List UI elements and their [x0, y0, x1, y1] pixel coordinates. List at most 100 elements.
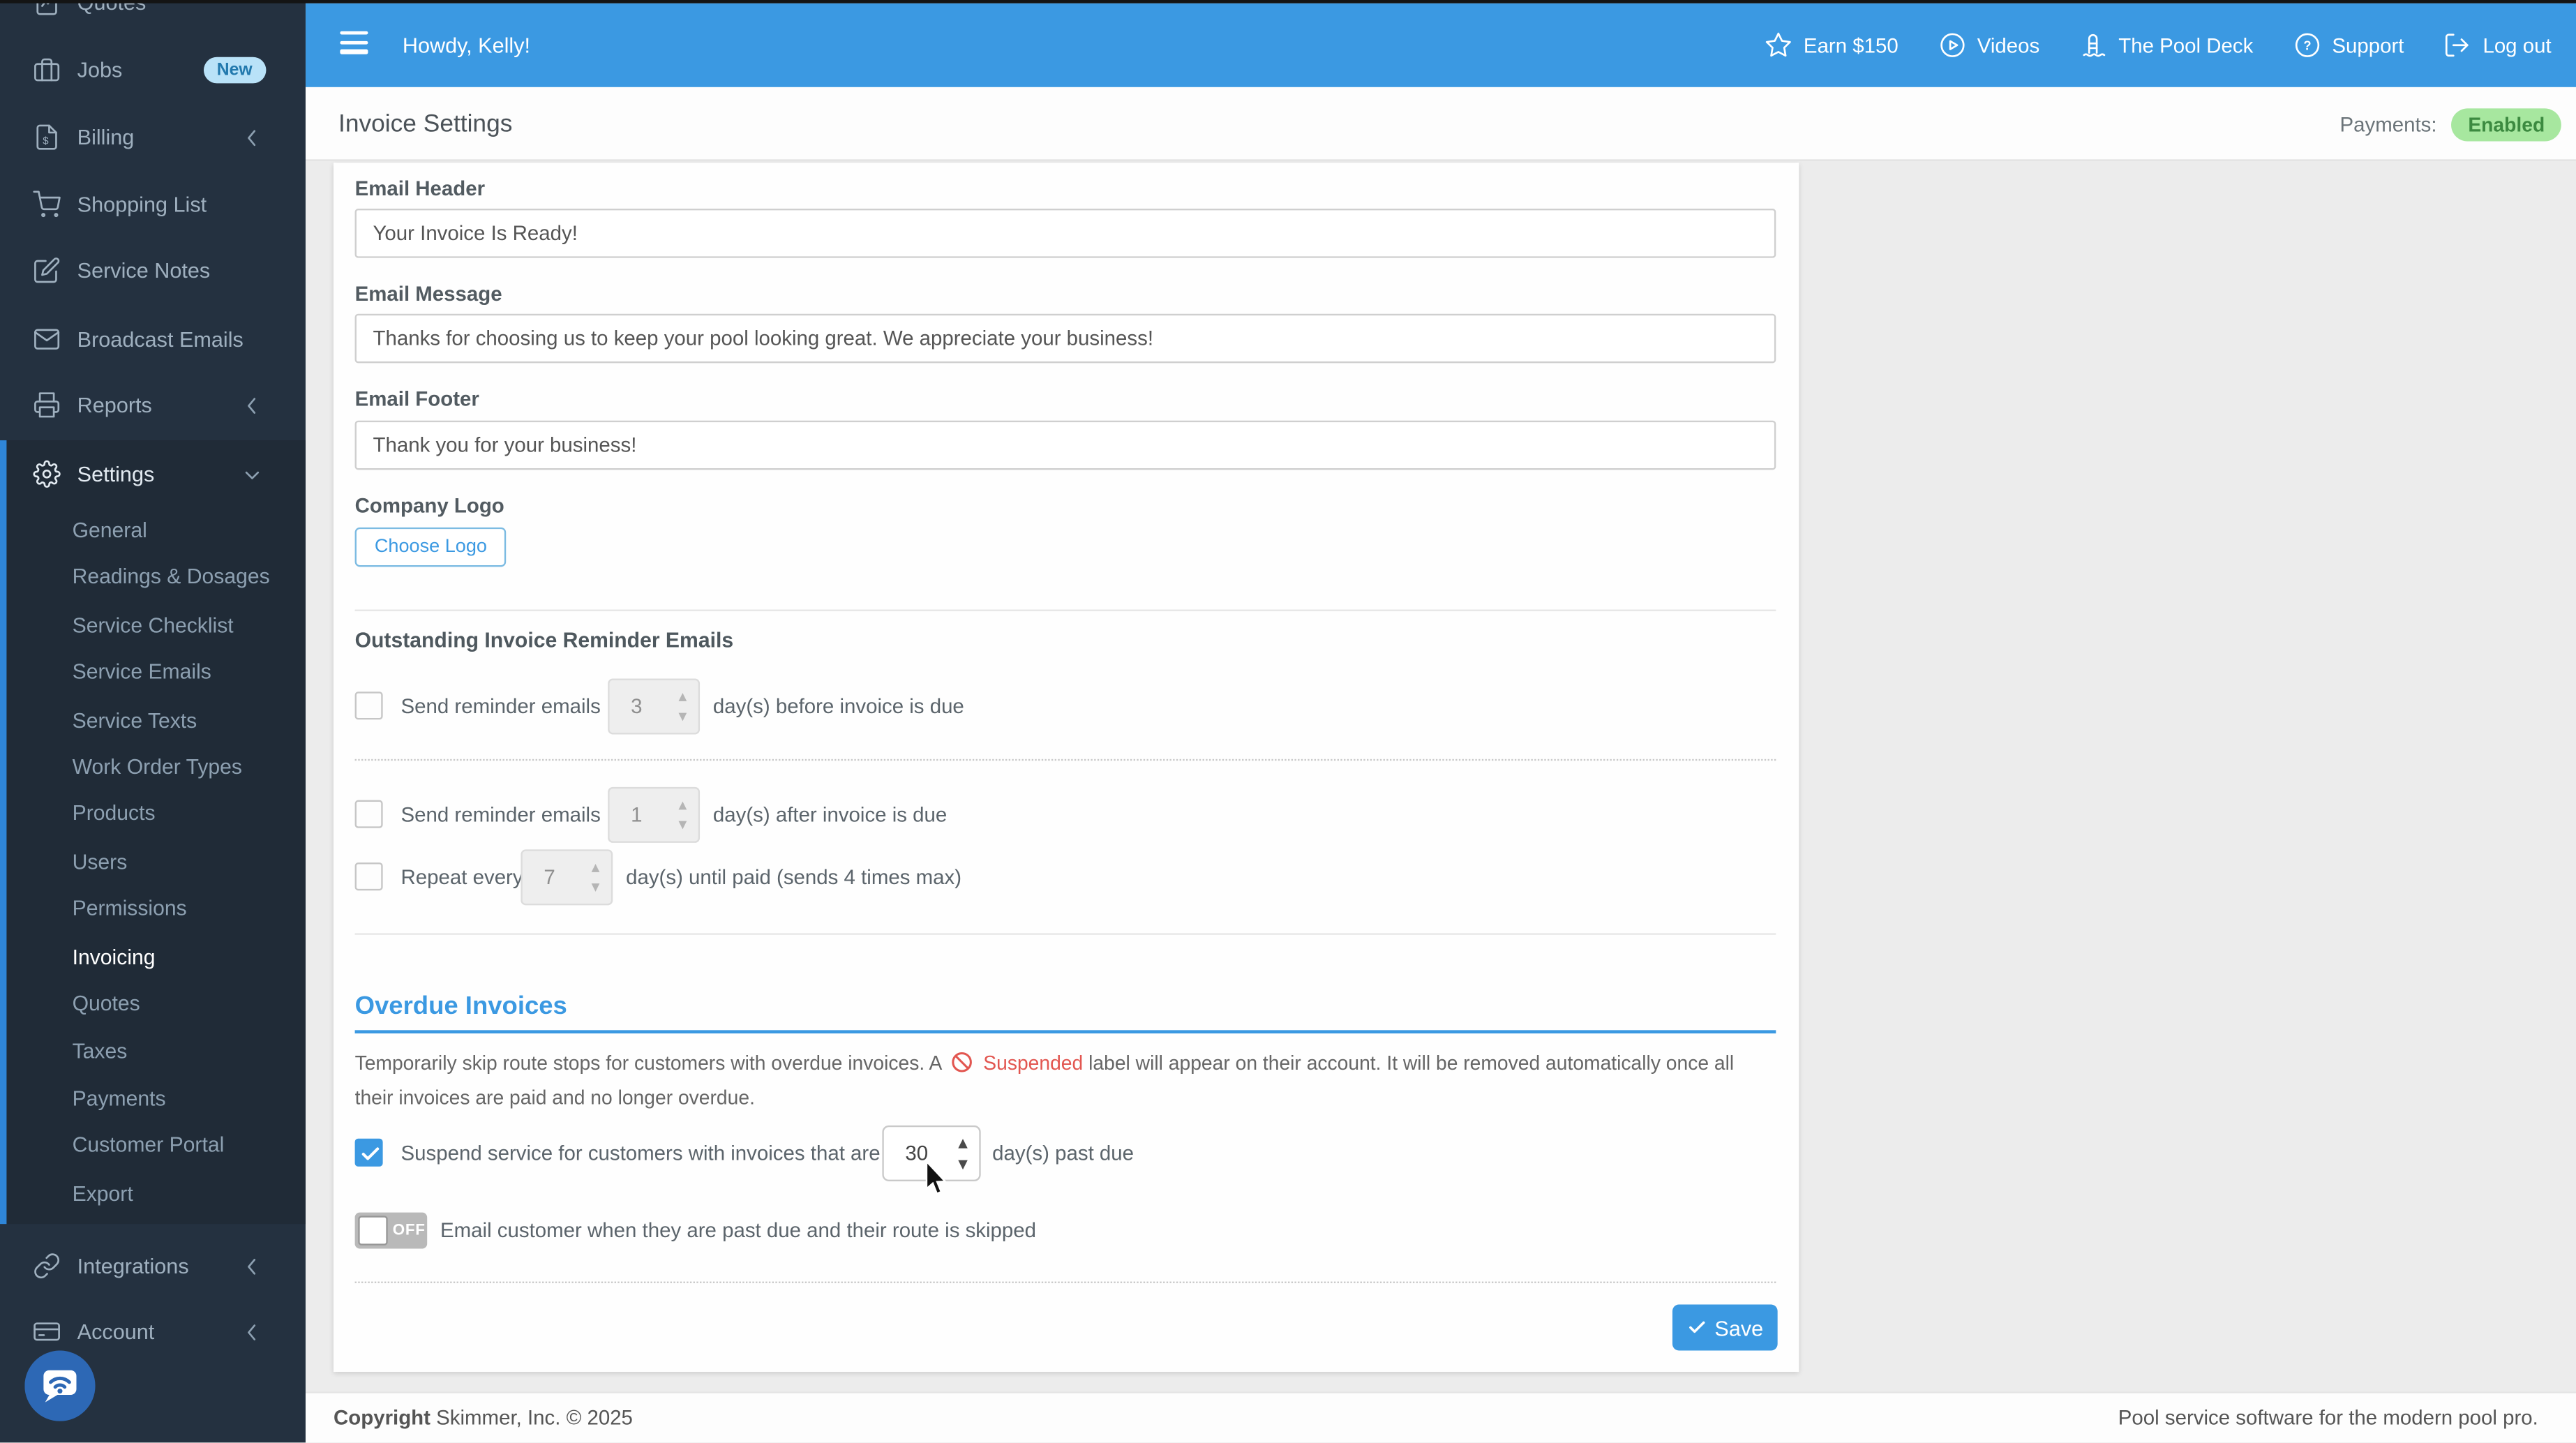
sidebar-item-label: Billing — [77, 124, 135, 150]
sidebar-child-export[interactable]: Export — [73, 1169, 303, 1217]
stepper-down-icon[interactable]: ▼ — [678, 710, 687, 721]
app-viewport: Quotes Jobs New $ Billing Shopping List … — [0, 0, 2576, 1443]
choose-logo-button[interactable]: Choose Logo — [354, 527, 507, 567]
chevron-down-icon — [245, 470, 260, 479]
sidebar-child-general[interactable]: General — [73, 506, 303, 553]
sidebar-child-service-emails[interactable]: Service Emails — [73, 648, 303, 695]
videos-link[interactable]: Videos — [1938, 31, 2039, 59]
divider — [354, 933, 1776, 935]
sidebar-item-service-notes[interactable]: Service Notes — [0, 237, 306, 304]
logout-label: Log out — [2483, 33, 2552, 57]
sidebar-item-shopping-list[interactable]: Shopping List — [0, 171, 306, 239]
email-footer-input[interactable] — [354, 420, 1776, 470]
sidebar-item-label: Integrations — [77, 1253, 189, 1278]
sidebar-child-permissions[interactable]: Permissions — [73, 884, 303, 932]
reminder-after-checkbox[interactable] — [354, 800, 383, 828]
email-message-input[interactable] — [354, 313, 1776, 364]
logout-link[interactable]: Log out — [2443, 31, 2552, 59]
chevron-left-icon — [248, 129, 256, 145]
reminder-before-checkbox[interactable] — [354, 691, 383, 720]
play-circle-icon — [1940, 33, 1964, 57]
email-header-label: Email Header — [354, 177, 486, 201]
stepper-down-icon[interactable]: ▼ — [958, 1158, 968, 1170]
page-header: Invoice Settings Payments: Enabled — [0, 87, 2576, 161]
page-title: Invoice Settings — [338, 110, 513, 138]
sidebar-child-quotes[interactable]: Quotes — [73, 979, 303, 1026]
invoice-settings-card: Email Header Email Message Email Footer … — [333, 163, 1799, 1373]
sidebar-item-jobs[interactable]: Jobs New — [0, 36, 306, 104]
payments-label: Payments: — [2339, 112, 2437, 136]
earn-reward-link[interactable]: Earn $150 — [1764, 31, 1899, 59]
main-content: Email Header Email Message Email Footer … — [305, 160, 2576, 1392]
payments-status-area: Payments: Enabled — [2340, 87, 2561, 161]
logout-icon — [2446, 33, 2469, 57]
email-message-label: Email Message — [354, 282, 502, 306]
pool-deck-link[interactable]: The Pool Deck — [2079, 31, 2253, 59]
sidebar-child-service-texts[interactable]: Service Texts — [73, 696, 303, 744]
repeat-every-checkbox[interactable] — [354, 862, 383, 891]
edit-icon — [34, 257, 60, 283]
days-after-stepper[interactable]: 1 ▲ ▼ — [608, 786, 701, 843]
footer-tagline: Pool service software for the modern poo… — [2118, 1406, 2538, 1430]
stepper-up-icon[interactable]: ▲ — [958, 1137, 968, 1149]
sidebar-item-broadcast-emails[interactable]: Broadcast Emails — [0, 306, 306, 373]
stepper-up-icon[interactable]: ▲ — [592, 862, 600, 873]
email-header-input[interactable] — [354, 209, 1776, 258]
overdue-invoices-heading: Overdue Invoices — [354, 992, 567, 1021]
overdue-desc-before: Temporarily skip route stops for custome… — [354, 1051, 941, 1075]
days-before-stepper[interactable]: 3 ▲ ▼ — [608, 678, 701, 735]
page-footer: Copyright Skimmer, Inc. © 2025 Pool serv… — [305, 1391, 2576, 1443]
sidebar-child-work-order-types[interactable]: Work Order Types — [73, 742, 303, 790]
chat-widget-button[interactable] — [24, 1350, 96, 1421]
toggle-row-label: Email customer when they are past due an… — [440, 1219, 1037, 1243]
stepper-up-icon[interactable]: ▲ — [678, 800, 687, 811]
suspend-service-checkbox[interactable] — [354, 1138, 383, 1167]
reminder-row-label: Send reminder emails — [400, 694, 601, 718]
sidebar-child-customer-portal[interactable]: Customer Portal — [73, 1121, 303, 1168]
suspended-label: Suspended — [983, 1051, 1084, 1075]
browser-top-strip — [0, 0, 2576, 3]
new-badge: New — [203, 56, 266, 84]
menu-hamburger-icon[interactable] — [340, 31, 369, 58]
company-logo-label: Company Logo — [354, 494, 504, 518]
email-past-due-toggle[interactable]: OFF — [354, 1212, 428, 1249]
sidebar-item-reports[interactable]: Reports — [0, 371, 306, 439]
support-link[interactable]: ? Support — [2293, 31, 2404, 59]
check-icon — [1688, 1321, 1705, 1333]
divider — [354, 609, 1776, 611]
sidebar-item-label: Shopping List — [77, 192, 207, 217]
earn-reward-label: Earn $150 — [1803, 33, 1899, 57]
dotted-divider — [354, 758, 1776, 761]
email-footer-label: Email Footer — [354, 387, 479, 411]
reminders-heading: Outstanding Invoice Reminder Emails — [354, 627, 734, 652]
sidebar-child-service-checklist[interactable]: Service Checklist — [73, 601, 303, 649]
stepper-down-icon[interactable]: ▼ — [678, 819, 687, 830]
payments-status-badge: Enabled — [2451, 107, 2561, 141]
reminder-row: Repeat every 7 ▲ ▼ day(s) until paid (se… — [354, 849, 1778, 906]
videos-label: Videos — [1977, 33, 2040, 57]
copyright-text: Copyright Skimmer, Inc. © 2025 — [334, 1393, 633, 1443]
sidebar-child-users[interactable]: Users — [73, 838, 303, 885]
mouse-cursor — [925, 1161, 948, 1195]
sidebar-child-products[interactable]: Products — [73, 788, 303, 836]
reminder-row: Send reminder emails 3 ▲ ▼ day(s) before… — [354, 678, 1778, 735]
mail-icon — [34, 329, 60, 350]
sidebar-child-taxes[interactable]: Taxes — [73, 1027, 303, 1075]
reminder-row-label: Repeat every — [400, 865, 523, 889]
sidebar-child-readings-dosages[interactable]: Readings & Dosages — [73, 552, 303, 599]
sidebar-child-payments[interactable]: Payments — [73, 1075, 303, 1122]
stepper-value: 1 — [631, 803, 643, 827]
sidebar-item-billing[interactable]: $ Billing — [0, 103, 306, 171]
sidebar-child-invoicing[interactable]: Invoicing — [73, 933, 303, 980]
sidebar-item-label: Account — [77, 1319, 155, 1345]
sidebar-item-quotes-top[interactable]: Quotes — [0, 0, 306, 36]
repeat-days-stepper[interactable]: 7 ▲ ▼ — [521, 849, 613, 906]
save-button[interactable]: Save — [1672, 1304, 1778, 1351]
sidebar-item-integrations[interactable]: Integrations — [0, 1232, 306, 1300]
stepper-up-icon[interactable]: ▲ — [678, 691, 687, 702]
stepper-down-icon[interactable]: ▼ — [592, 881, 600, 892]
sidebar-item-settings[interactable]: Settings — [0, 440, 306, 508]
help-circle-icon: ? — [2294, 33, 2319, 57]
star-icon — [1765, 32, 1791, 57]
greeting-text: Howdy, Kelly! — [402, 33, 531, 58]
